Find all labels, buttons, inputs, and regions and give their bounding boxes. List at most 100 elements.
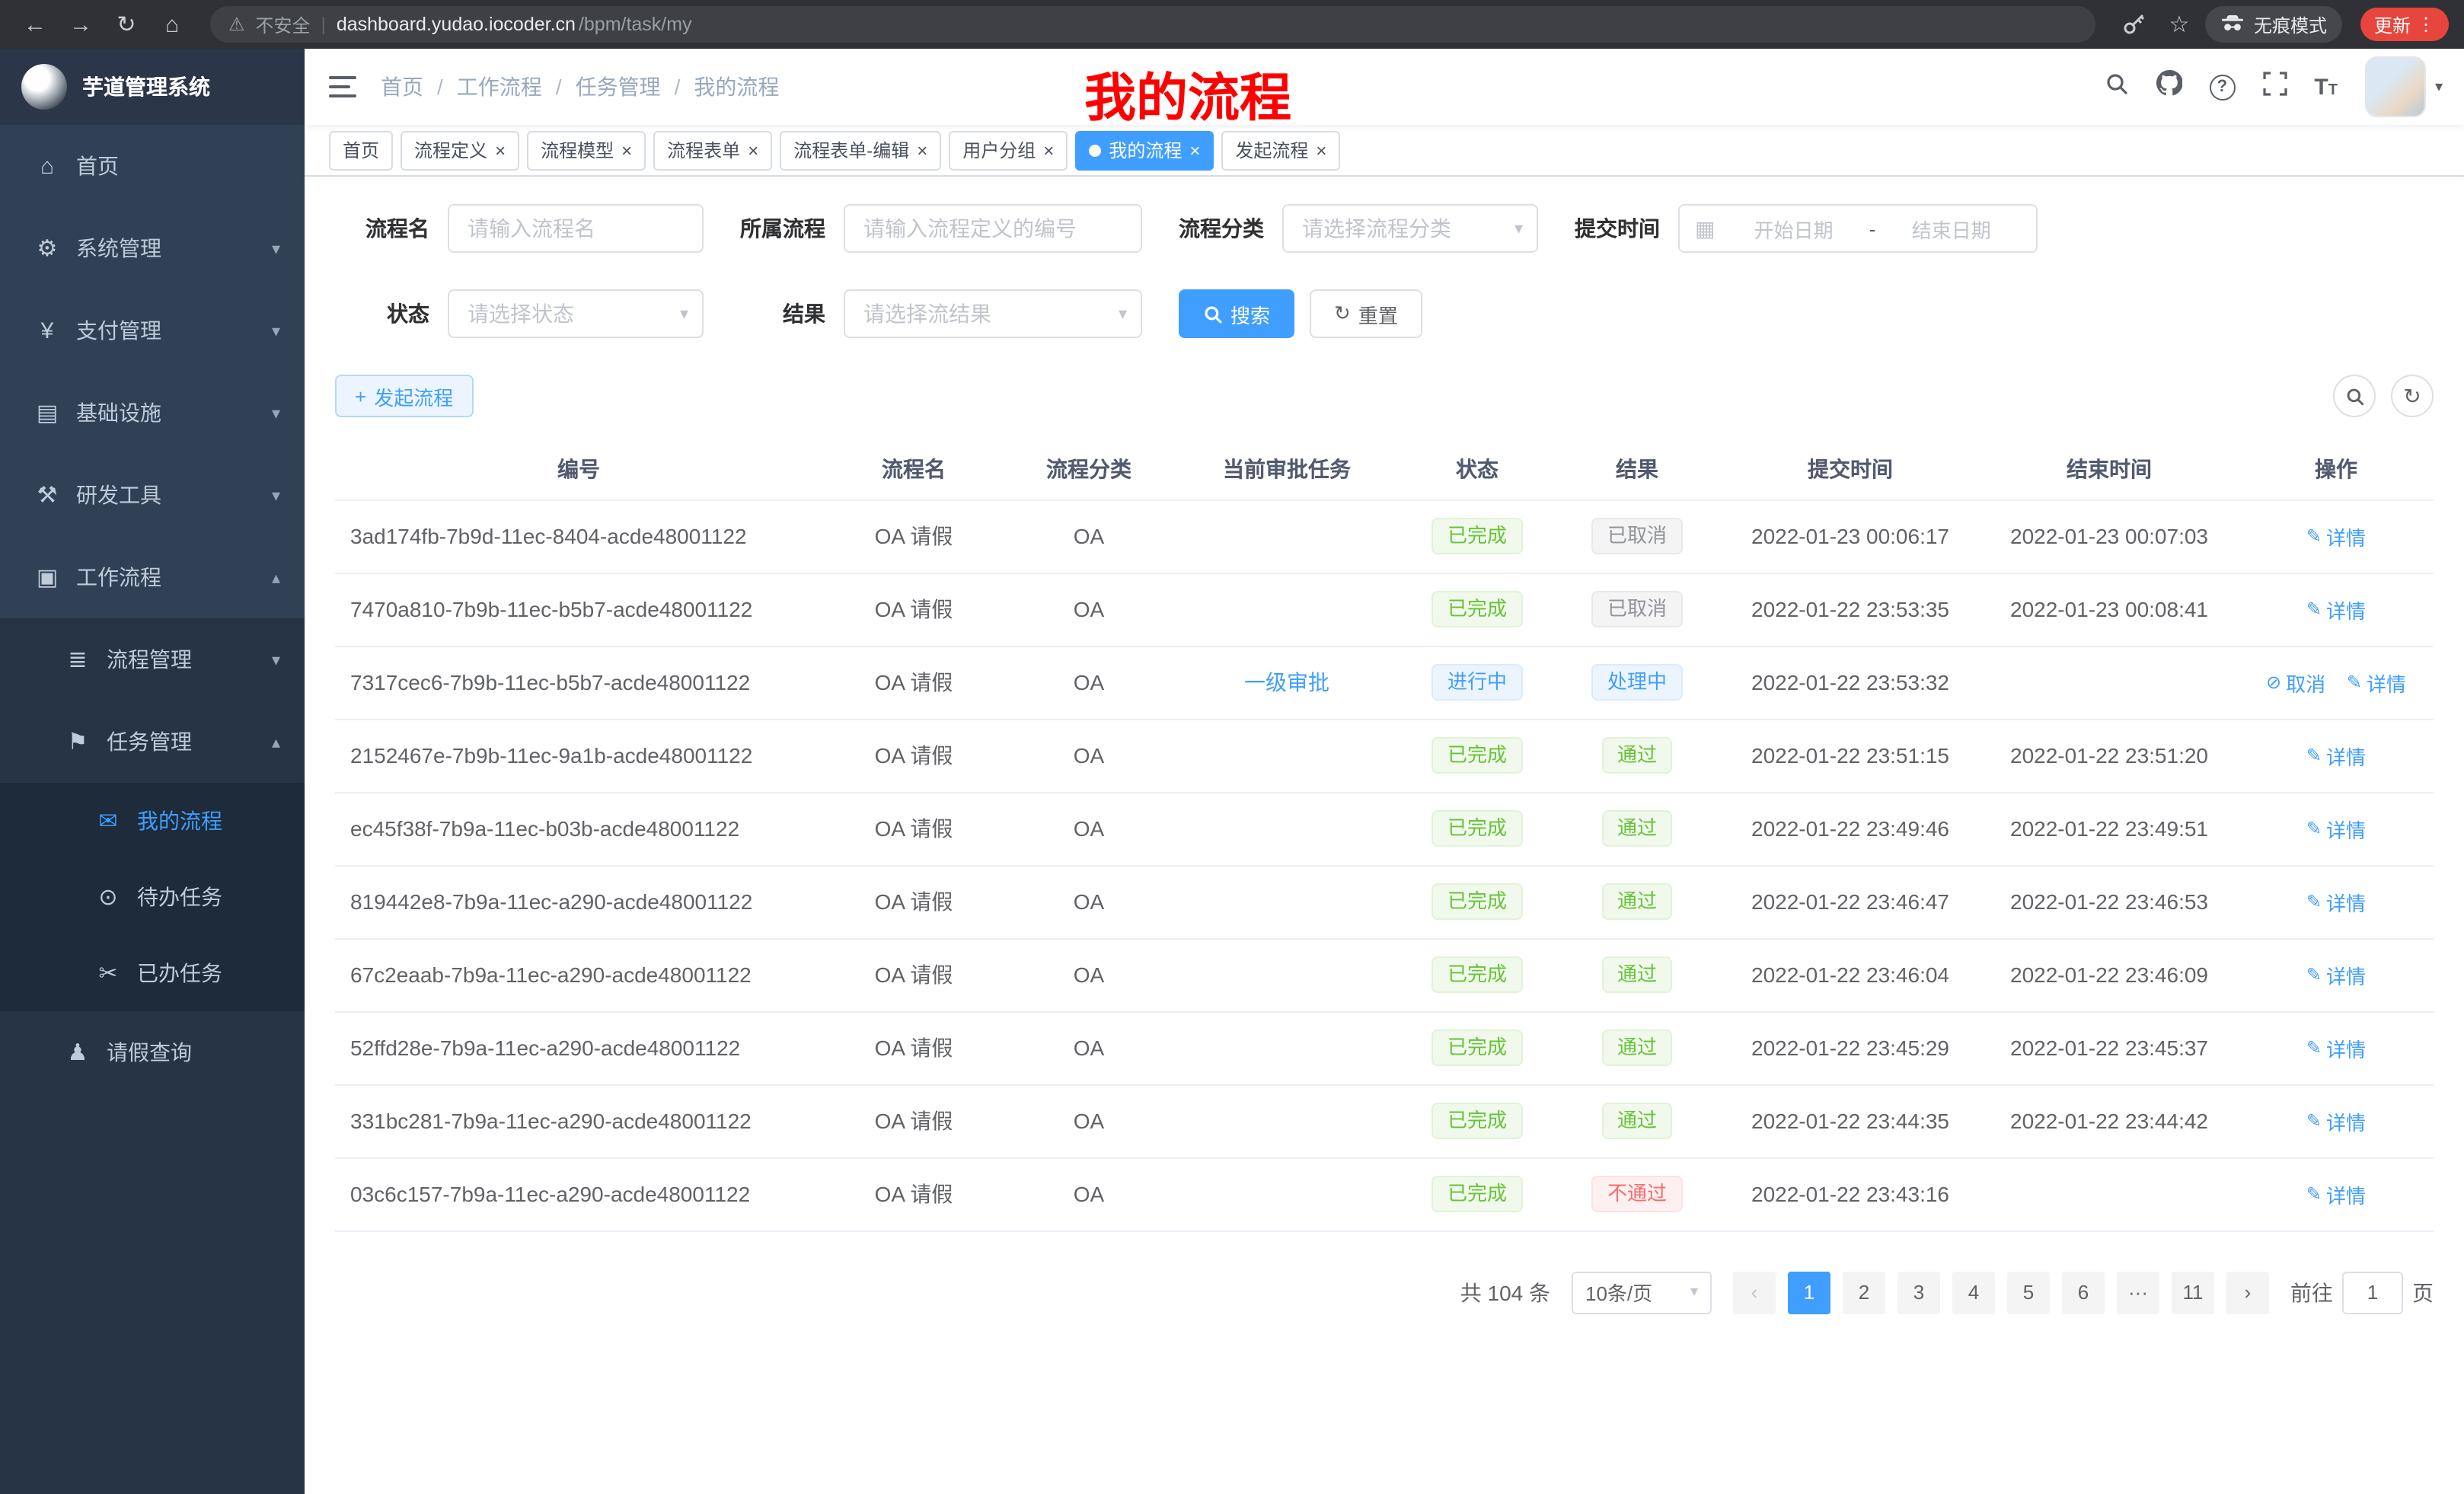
view-tab[interactable]: 首页 (329, 130, 393, 170)
tab-close-icon[interactable]: × (621, 141, 632, 159)
result-select-input[interactable] (844, 289, 1142, 338)
sidebar-item-label: 请假查询 (107, 1037, 192, 1068)
github-icon[interactable] (2156, 70, 2182, 104)
reload-button[interactable]: ↻ (107, 5, 146, 44)
view-tab[interactable]: 用户分组 × (949, 130, 1068, 170)
submit-time: 2022-01-22 23:51:15 (1721, 719, 1980, 792)
refresh-table-button[interactable]: ↻ (2391, 375, 2434, 417)
prev-page-button[interactable]: ‹ (1733, 1271, 1776, 1314)
breadcrumb-item[interactable]: 工作流程 / (457, 72, 576, 102)
page-number-button[interactable]: 11 (2172, 1271, 2214, 1314)
bookmark-star-icon[interactable]: ☆ (2159, 5, 2199, 44)
process-category: OA (1005, 792, 1173, 865)
breadcrumb-item[interactable]: 首页 / (381, 72, 457, 102)
tab-close-icon[interactable]: × (1316, 141, 1326, 159)
sidebar-item[interactable]: ♟ 请假查询 (0, 1011, 305, 1093)
goto-page-input[interactable] (2342, 1271, 2403, 1314)
sidebar-item[interactable]: ▤ 基础设施 ▾ (0, 372, 305, 454)
action-link[interactable]: ✎ 详情 (2306, 1106, 2366, 1135)
user-menu[interactable]: ▾ (2365, 56, 2443, 117)
start-date-placeholder[interactable]: 开始日期 (1724, 214, 1862, 243)
action-link[interactable]: ✎ 详情 (2347, 668, 2406, 697)
breadcrumb-item[interactable]: 任务管理 / (576, 72, 694, 102)
sidebar-item[interactable]: ¥ 支付管理 ▾ (0, 289, 305, 372)
page-number-button[interactable]: 4 (1952, 1271, 1995, 1314)
next-page-button[interactable]: › (2226, 1271, 2269, 1314)
page-number-button[interactable]: 2 (1843, 1271, 1885, 1314)
view-tab[interactable]: 流程定义 × (401, 130, 519, 170)
page-size-select[interactable]: 10条/页 ▾ (1572, 1271, 1712, 1314)
status-select-input[interactable] (448, 289, 704, 338)
avatar (2365, 56, 2426, 117)
tab-close-icon[interactable]: × (1189, 141, 1200, 159)
logo-row[interactable]: 芋道管理系统 (0, 49, 305, 125)
sidebar-item[interactable]: ▣ 工作流程 ▴ (0, 536, 305, 618)
home-icon: ⌂ (30, 153, 64, 179)
sidebar-item[interactable]: ⚑ 任务管理 ▴ (0, 701, 305, 783)
action-link[interactable]: ✎ 详情 (2306, 814, 2366, 843)
page-number-button[interactable]: 5 (2007, 1271, 2050, 1314)
page-number-button[interactable]: 3 (1897, 1271, 1940, 1314)
tab-close-icon[interactable]: × (495, 141, 506, 159)
address-bar[interactable]: ⚠ 不安全 | dashboard.yudao.iocoder.cn /bpm/… (210, 6, 2095, 43)
security-label[interactable]: 不安全 (256, 11, 311, 37)
font-size-icon[interactable]: TT (2314, 74, 2338, 100)
page-number-button[interactable]: 1 (1788, 1271, 1830, 1314)
action-link[interactable]: ✎ 详情 (2306, 1180, 2366, 1208)
start-process-button[interactable]: + 发起流程 (335, 375, 473, 417)
url-path: /bpm/task/my (579, 14, 692, 35)
submit-time: 2022-01-22 23:46:04 (1721, 938, 1980, 1011)
tab-close-icon[interactable]: × (1043, 141, 1054, 159)
action-link[interactable]: ✎ 详情 (2306, 595, 2366, 624)
sidebar-item[interactable]: ✂ 已办任务 (0, 935, 305, 1011)
submit-time-range-picker[interactable]: ▦ 开始日期 - 结束日期 (1678, 204, 2038, 253)
tab-close-icon[interactable]: × (917, 141, 927, 159)
search-button[interactable]: 搜索 (1179, 289, 1294, 338)
view-tab[interactable]: 我的流程 × (1075, 130, 1214, 170)
process-category: OA (1005, 646, 1173, 719)
help-icon[interactable]: ? (2209, 74, 2235, 100)
page-number-button[interactable]: ··· (2117, 1271, 2159, 1314)
sidebar-item[interactable]: ⚒ 研发工具 ▾ (0, 454, 305, 536)
update-chrome-button[interactable]: 更新 ⋮ (2360, 8, 2449, 41)
tab-label: 流程模型 (541, 137, 614, 163)
action-link[interactable]: ✎ 详情 (2306, 522, 2366, 551)
action-link[interactable]: ✎ 详情 (2306, 887, 2366, 916)
update-label: 更新 (2374, 11, 2411, 37)
result-select[interactable]: ▾ (844, 289, 1142, 338)
process-name: OA 请假 (822, 1011, 1005, 1084)
view-tab[interactable]: 流程表单 × (653, 130, 772, 170)
hamburger-icon[interactable] (329, 76, 356, 97)
action-link[interactable]: ⊘ 取消 (2266, 668, 2325, 697)
process-name-input[interactable] (448, 204, 704, 253)
breadcrumb-item[interactable]: 我的流程 / (694, 72, 779, 102)
tab-close-icon[interactable]: × (748, 141, 758, 159)
sidebar-item[interactable]: ⚙ 系统管理 ▾ (0, 207, 305, 289)
sidebar-item[interactable]: ≣ 流程管理 ▾ (0, 618, 305, 701)
action-link[interactable]: ✎ 详情 (2306, 960, 2366, 989)
toggle-search-button[interactable] (2333, 375, 2376, 417)
process-definition-input[interactable] (844, 204, 1142, 253)
back-button[interactable]: ← (15, 5, 55, 44)
sidebar-item[interactable]: ⊙ 待办任务 (0, 859, 305, 935)
status-select[interactable]: ▾ (448, 289, 704, 338)
home-button[interactable]: ⌂ (152, 5, 192, 44)
action-link[interactable]: ✎ 详情 (2306, 1033, 2366, 1062)
view-tab[interactable]: 发起流程 × (1221, 130, 1340, 170)
current-task-link[interactable]: 一级审批 (1244, 670, 1329, 694)
sidebar-item[interactable]: ✉ 我的流程 (0, 783, 305, 859)
search-icon[interactable] (2104, 71, 2128, 103)
view-tab[interactable]: 流程表单-编辑 × (780, 130, 941, 170)
infrastructure-icon: ▤ (30, 399, 64, 426)
end-date-placeholder[interactable]: 结束日期 (1882, 214, 2021, 243)
action-link[interactable]: ✎ 详情 (2306, 741, 2366, 770)
page-number-button[interactable]: 6 (2062, 1271, 2105, 1314)
sidebar-item[interactable]: ⌂ 首页 (0, 125, 305, 207)
process-category-select[interactable]: ▾ (1282, 204, 1538, 253)
fullscreen-icon[interactable] (2262, 71, 2287, 103)
password-key-icon[interactable] (2114, 5, 2153, 44)
process-category-select-input[interactable] (1282, 204, 1538, 253)
reset-button[interactable]: ↻ 重置 (1310, 289, 1422, 338)
forward-button[interactable]: → (61, 5, 101, 44)
view-tab[interactable]: 流程模型 × (527, 130, 646, 170)
